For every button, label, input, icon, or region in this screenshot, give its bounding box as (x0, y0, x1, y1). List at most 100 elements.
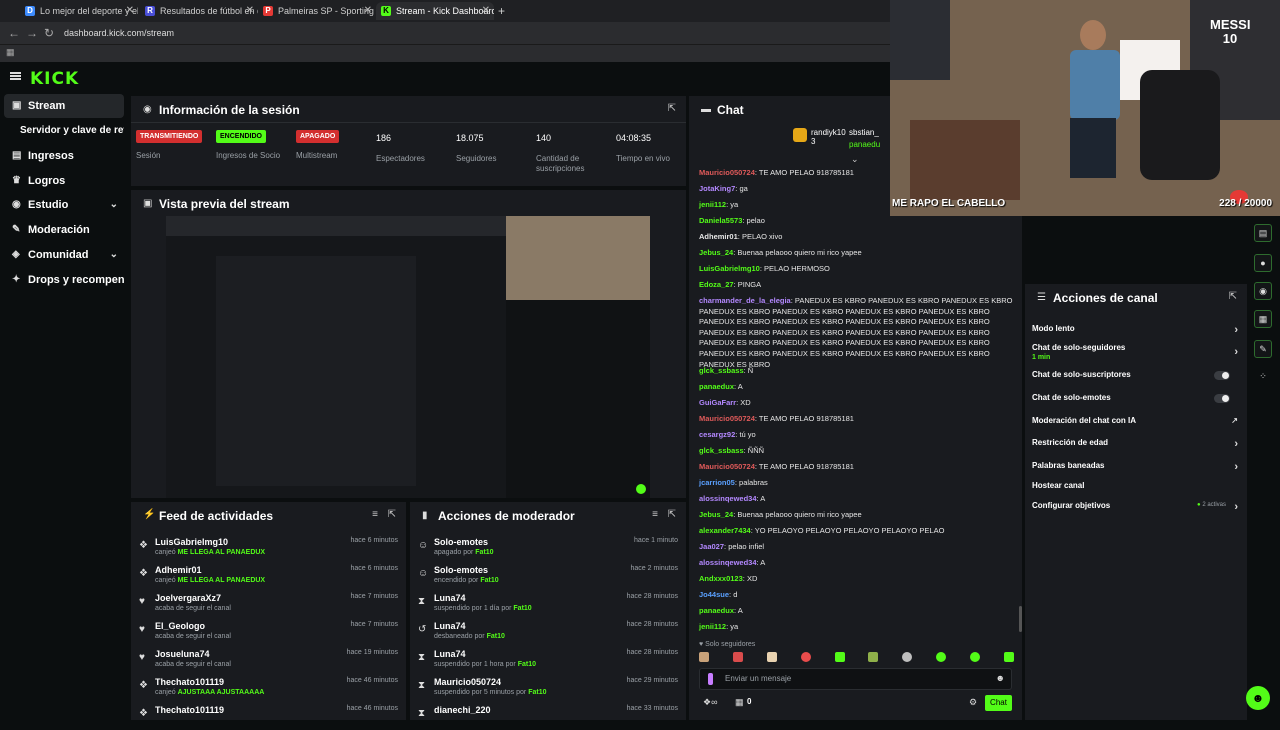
chat-username[interactable]: Mauricio050724 (699, 168, 755, 177)
close-tab-icon[interactable]: ✕ (126, 2, 134, 20)
feed-user[interactable]: Thechato101119 (155, 705, 224, 715)
close-tab-icon[interactable]: ✕ (364, 2, 372, 20)
emote-icon[interactable] (699, 652, 709, 662)
filter-icon[interactable]: ≡ (372, 509, 378, 520)
chat-username[interactable]: JotaKing7 (699, 184, 735, 193)
back-icon[interactable]: ← (8, 25, 20, 41)
browser-tab[interactable]: P Palmeiras SP - Sporting Cristal✕ (258, 2, 376, 20)
emote-icon[interactable] (868, 652, 879, 662)
send-chat-button[interactable]: Chat (985, 695, 1012, 711)
chat-username[interactable]: alexander7434 (699, 526, 751, 535)
mod-target[interactable]: dianechi_220 (434, 705, 491, 715)
chat-username[interactable]: jenii112 (699, 200, 726, 209)
chat-username[interactable]: charmander_de_la_elegia (699, 296, 791, 305)
mod-target[interactable]: Solo-emotes (434, 537, 488, 547)
url-input[interactable]: dashboard.kick.com/stream (64, 25, 174, 41)
feed-user[interactable]: Josueluna74 (155, 649, 210, 659)
chat-username[interactable]: Jebus_24 (699, 248, 733, 257)
chat-username[interactable]: Andxxx0123 (699, 574, 743, 583)
emote-icon[interactable] (1003, 652, 1014, 662)
sidebar-item-stream[interactable]: ▣ Stream (4, 94, 124, 118)
gear-icon[interactable]: ⚙ (969, 697, 977, 708)
broadcast-icon[interactable]: ◉ (1254, 282, 1272, 300)
action-banned-words[interactable]: Palabras baneadas › (1032, 461, 1240, 473)
chat-username[interactable]: GuiGaFarr (699, 398, 736, 407)
chat-username[interactable]: LuisGabrielmg10 (699, 264, 760, 273)
chat-username[interactable]: Mauricio050724 (699, 462, 755, 471)
sidebar-item-estudio[interactable]: ◉ Estudio ⌄ (4, 193, 124, 217)
sidebar-item-drops[interactable]: ✦ Drops y recompensas (4, 268, 124, 292)
mod-target[interactable]: Mauricio050724 (434, 677, 501, 687)
filter-icon[interactable]: ≡ (652, 509, 658, 520)
chat-username[interactable]: alossinqewed34 (699, 494, 757, 503)
sidebar-item-moderacion[interactable]: ✎ Moderación (4, 218, 124, 242)
grid-icon[interactable]: ⁘ (1254, 368, 1272, 386)
action-slow-mode[interactable]: Modo lento › (1032, 324, 1240, 336)
expand-icon[interactable]: ⇱ (388, 509, 396, 520)
chat-username[interactable]: Jaa027 (699, 542, 724, 551)
chat-bubble-icon[interactable]: ● (1254, 254, 1272, 272)
action-followers-only[interactable]: Chat de solo-seguidores 1 min › (1032, 343, 1240, 361)
chat-username[interactable]: panaedux (699, 606, 734, 615)
infinity-icon[interactable]: ❖∞ (703, 697, 717, 708)
feed-user[interactable]: JoelvergaraXz7 (155, 593, 221, 603)
sidebar-item-logros[interactable]: ♛ Logros (4, 169, 124, 193)
sidebar-item-server-key[interactable]: Servidor y clave de retransmisión (4, 119, 124, 143)
chat-username[interactable]: jenii112 (699, 622, 726, 631)
mod-target[interactable]: Solo-emotes (434, 565, 488, 575)
sidebar-item-ingresos[interactable]: ▤ Ingresos (4, 144, 124, 168)
mod-target[interactable]: Luna74 (434, 649, 466, 659)
feed-user[interactable]: Adhemir01 (155, 565, 202, 575)
forward-icon[interactable]: → (26, 25, 38, 41)
layout-icon[interactable]: ▦ (1254, 310, 1272, 328)
menu-icon[interactable] (10, 72, 21, 80)
feed-user[interactable]: LuisGabrielmg10 (155, 537, 228, 547)
chat-username[interactable]: panaedux (699, 382, 734, 391)
chat-username[interactable]: Mauricio050724 (699, 414, 755, 423)
emoji-icon[interactable]: ☻ (996, 673, 1005, 683)
top-gifter[interactable]: randiyk10 3 (811, 128, 846, 146)
close-tab-icon[interactable]: ✕ (246, 2, 254, 20)
mod-target[interactable]: Luna74 (434, 621, 466, 631)
action-age-restriction[interactable]: Restricción de edad › (1032, 438, 1240, 450)
emote-icon[interactable] (902, 652, 913, 662)
chat-username[interactable]: glck_ssbass (699, 366, 744, 375)
emote-icon[interactable] (732, 652, 743, 662)
sidebar-item-comunidad[interactable]: ◈ Comunidad ⌄ (4, 243, 124, 267)
chevron-down-icon[interactable]: ⌄ (851, 154, 859, 165)
wrench-icon[interactable]: ✎ (1254, 340, 1272, 358)
chat-username[interactable]: Jo44sue (699, 590, 729, 599)
expand-icon[interactable]: ⇱ (1229, 291, 1237, 302)
chat-username[interactable]: Jebus_24 (699, 510, 733, 519)
chat-username[interactable]: jcarrion05 (699, 478, 735, 487)
top-user[interactable]: panaedu (849, 140, 880, 149)
new-tab-button[interactable]: + (494, 2, 514, 20)
feed-user[interactable]: Thechato101119 (155, 677, 224, 687)
action-goals[interactable]: Configurar objetivos ● 2 activas › (1032, 501, 1240, 513)
chat-username[interactable]: cesargz92 (699, 430, 735, 439)
notes-icon[interactable]: ▤ (1254, 224, 1272, 242)
reload-icon[interactable]: ↻ (44, 25, 54, 41)
subs-only-toggle[interactable] (1214, 371, 1230, 380)
chat-scrollbar[interactable] (1019, 606, 1022, 632)
feed-user[interactable]: El_Geologo (155, 621, 205, 631)
chat-username[interactable]: Adhemir01 (699, 232, 738, 241)
emote-icon[interactable] (766, 652, 777, 662)
chat-username[interactable]: Daniela5573 (699, 216, 742, 225)
emote-icon[interactable] (834, 652, 845, 662)
chat-username[interactable]: alossinqewed34 (699, 558, 757, 567)
support-chat-icon[interactable]: ☻ (1246, 686, 1270, 710)
chat-input[interactable]: Enviar un mensaje ☻ (699, 668, 1012, 690)
kick-logo[interactable]: KICK (30, 69, 79, 89)
browser-tab-active[interactable]: K Stream - Kick Dashboard ✕ (376, 2, 494, 20)
gift-icon[interactable]: ▦ (735, 697, 744, 708)
expand-icon[interactable]: ⇱ (668, 103, 676, 114)
browser-tab[interactable]: R Resultados de fútbol en directo✕ (140, 2, 258, 20)
emote-icon[interactable] (800, 652, 811, 662)
emote-icon[interactable] (970, 652, 980, 662)
browser-tab[interactable]: D Lo mejor del deporte y el entre✕ (20, 2, 138, 20)
emote-icon[interactable] (936, 652, 947, 662)
action-host-channel[interactable]: Hostear canal (1032, 481, 1240, 490)
action-ai-moderation[interactable]: Moderación del chat con IA ↗ (1032, 416, 1240, 425)
emotes-only-toggle[interactable] (1214, 394, 1230, 403)
